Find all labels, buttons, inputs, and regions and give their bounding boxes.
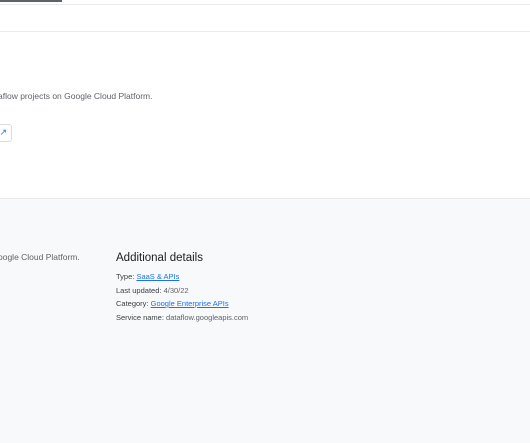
detail-service-row: Service name: dataflow.googleapis.com bbox=[116, 313, 248, 322]
additional-details-title: Additional details bbox=[116, 252, 203, 264]
active-tab-indicator bbox=[0, 0, 62, 2]
detail-category-row: Category: Google Enterprise APIs bbox=[116, 299, 229, 308]
detail-type-row: Type: SaaS & APIs bbox=[116, 272, 179, 281]
top-tab-bar bbox=[0, 0, 530, 5]
footer-section bbox=[0, 198, 530, 443]
updated-value: 4/30/22 bbox=[163, 286, 189, 295]
type-label: Type: bbox=[116, 272, 135, 281]
launch-button[interactable]: ↗ bbox=[0, 124, 12, 142]
category-label: Category: bbox=[116, 299, 149, 308]
category-link[interactable]: Google Enterprise APIs bbox=[151, 299, 229, 308]
header-divider bbox=[0, 31, 530, 32]
product-description: aflow projects on Google Cloud Platform. bbox=[0, 91, 153, 101]
service-label: Service name: bbox=[116, 313, 164, 322]
updated-label: Last updated: bbox=[116, 286, 162, 295]
type-link[interactable]: SaaS & APIs bbox=[136, 272, 179, 281]
external-link-icon: ↗ bbox=[0, 127, 7, 137]
service-value: dataflow.googleapis.com bbox=[166, 313, 249, 322]
detail-updated-row: Last updated: 4/30/22 bbox=[116, 286, 189, 295]
overview-text: oogle Cloud Platform. bbox=[0, 252, 80, 262]
